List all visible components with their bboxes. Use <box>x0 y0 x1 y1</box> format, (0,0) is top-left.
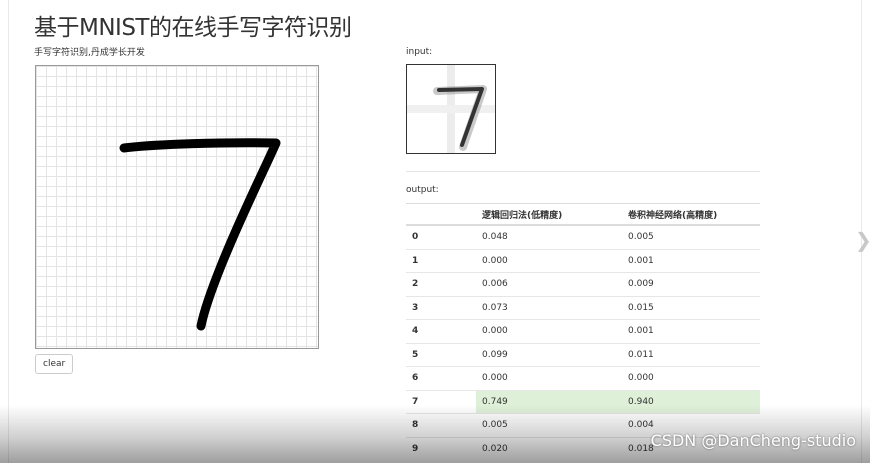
table-row: 3 0.073 0.015 <box>406 295 760 320</box>
row-digit: 3 <box>406 295 476 320</box>
chevron-right-icon[interactable]: ❯ <box>855 228 870 252</box>
column-header-logistic-regression: 逻辑回归法(低精度) <box>476 203 622 226</box>
row-digit: 8 <box>406 413 476 437</box>
page-subtitle: 手写字符识别,丹成学长开发 <box>34 48 145 58</box>
input-preview <box>406 64 496 154</box>
handwritten-stroke <box>119 138 281 331</box>
table-row: 0 0.048 0.005 <box>406 224 760 249</box>
row-logistic-value: 0.099 <box>476 342 622 367</box>
table-header-row: 逻辑回归法(低精度) 卷积神经网络(高精度) <box>406 203 760 226</box>
row-logistic-value: 0.006 <box>476 272 622 296</box>
downsampled-digit-image <box>407 65 495 153</box>
drawing-canvas[interactable] <box>35 65 319 349</box>
row-logistic-value: 0.000 <box>476 366 622 390</box>
clear-button[interactable]: clear <box>35 354 74 374</box>
row-cnn-value: 0.009 <box>622 272 760 296</box>
page-title: 基于MNIST的在线手写字符识别 <box>34 15 352 41</box>
table-row: 4 0.000 0.001 <box>406 319 760 343</box>
row-cnn-value: 0.001 <box>622 248 760 273</box>
row-digit: 6 <box>406 366 476 390</box>
input-label: input: <box>406 47 433 57</box>
column-header-cnn: 卷积神经网络(高精度) <box>622 203 760 226</box>
row-cnn-value: 0.940 <box>622 389 760 414</box>
table-row: 1 0.000 0.001 <box>406 248 760 273</box>
row-digit: 0 <box>406 224 476 249</box>
row-cnn-value: 0.005 <box>622 224 760 249</box>
row-digit: 9 <box>406 436 476 460</box>
watermark: CSDN @DanCheng-studio <box>650 431 856 450</box>
table-row: 5 0.099 0.011 <box>406 342 760 367</box>
row-cnn-value: 0.015 <box>622 295 760 320</box>
row-logistic-value: 0.000 <box>476 319 622 343</box>
row-logistic-value: 0.020 <box>476 436 622 460</box>
row-digit: 7 <box>406 389 476 414</box>
table-row: 6 0.000 0.000 <box>406 366 760 390</box>
row-logistic-value: 0.000 <box>476 248 622 273</box>
table-row: 2 0.006 0.009 <box>406 272 760 296</box>
prediction-table: 逻辑回归法(低精度) 卷积神经网络(高精度) 0 0.048 0.005 1 0.000… <box>406 203 760 460</box>
row-digit: 5 <box>406 342 476 367</box>
row-logistic-value: 0.073 <box>476 295 622 320</box>
section-divider <box>406 171 760 172</box>
row-logistic-value: 0.048 <box>476 224 622 249</box>
row-cnn-value: 0.001 <box>622 319 760 343</box>
output-label: output: <box>406 185 439 195</box>
row-cnn-value: 0.011 <box>622 342 760 367</box>
table-row: 7 0.749 0.940 <box>406 389 760 414</box>
row-logistic-value: 0.749 <box>476 389 622 414</box>
row-digit: 1 <box>406 248 476 273</box>
row-digit: 4 <box>406 319 476 343</box>
row-cnn-value: 0.000 <box>622 366 760 390</box>
column-header-digit <box>406 203 476 226</box>
row-digit: 2 <box>406 272 476 296</box>
row-logistic-value: 0.005 <box>476 413 622 437</box>
